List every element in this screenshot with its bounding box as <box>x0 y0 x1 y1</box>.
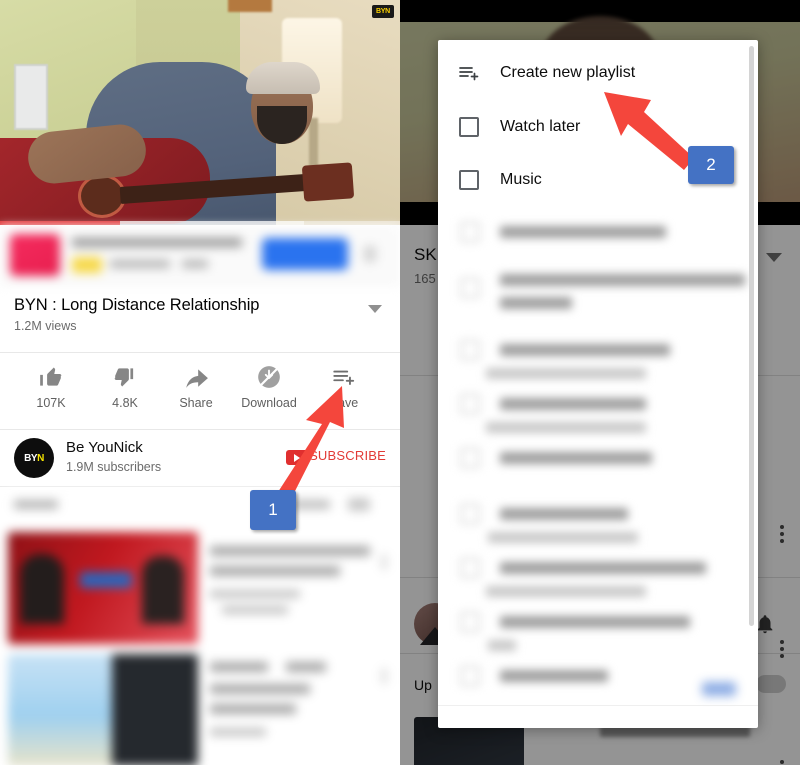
divider <box>0 352 400 353</box>
share-label: Share <box>179 396 213 410</box>
download-disabled-icon <box>232 362 306 392</box>
playlist-add-icon <box>307 362 381 392</box>
dislike-count: 4.8K <box>112 396 138 410</box>
ad-banner[interactable] <box>0 226 400 285</box>
create-new-playlist-item[interactable]: Create new playlist <box>438 46 758 100</box>
share-button[interactable]: Share <box>159 362 233 410</box>
video-meta-placeholder <box>210 590 300 598</box>
video-action-bar: 107K 4.8K Share Download Save <box>0 362 400 420</box>
step-marker-1: 1 <box>250 490 296 530</box>
checkbox-icon[interactable] <box>438 117 500 137</box>
watch-later-label: Watch later <box>500 118 581 135</box>
guitar-headstock-shape <box>301 162 355 202</box>
list-item[interactable] <box>0 654 400 765</box>
video-title-row[interactable]: BYN : Long Distance Relationship 1.2M vi… <box>0 296 400 342</box>
thumbs-up-icon <box>14 362 88 392</box>
create-new-playlist-label: Create new playlist <box>500 64 636 81</box>
guitar-soundhole-shape <box>78 174 126 218</box>
music-label: Music <box>500 171 542 188</box>
video-thumbnail <box>8 532 198 644</box>
youtube-play-icon <box>286 450 308 465</box>
ad-thumbnail <box>10 234 60 276</box>
dislike-button[interactable]: 4.8K <box>88 362 162 410</box>
suggested-videos-list <box>0 490 400 765</box>
save-to-playlist-dialog: Create new playlist Watch later Music <box>438 40 758 728</box>
divider <box>0 486 400 487</box>
ad-title-placeholder <box>72 238 242 247</box>
ad-close-icon[interactable] <box>364 246 376 262</box>
chevron-down-icon[interactable] <box>368 305 382 313</box>
video-title-placeholder <box>210 704 296 714</box>
ad-install-button[interactable] <box>262 238 348 270</box>
video-title: BYN : Long Distance Relationship <box>14 296 260 314</box>
like-button[interactable]: 107K <box>14 362 88 410</box>
download-label: Download <box>241 396 297 410</box>
chip-placeholder[interactable] <box>290 500 330 509</box>
dialog-footer-divider <box>438 705 758 706</box>
channel-watermark-logo: BYN <box>372 5 394 18</box>
playlist-add-icon <box>438 61 500 85</box>
like-count: 107K <box>36 396 66 410</box>
channel-subscribers: 1.9M subscribers <box>66 460 162 474</box>
video-views: 1.2M views <box>14 319 77 333</box>
blurred-playlist-items[interactable] <box>438 212 758 712</box>
left-phone-screen: BYN BYN : Long Distance Relationship 1.2… <box>0 0 400 765</box>
ad-icon-placeholder <box>72 257 102 273</box>
step-marker-2: 2 <box>688 146 734 184</box>
chip-placeholder[interactable] <box>14 500 58 509</box>
chip-placeholder[interactable] <box>348 498 370 511</box>
wall-frame-shape <box>228 0 272 12</box>
video-player[interactable]: BYN <box>0 0 400 225</box>
video-meta-placeholder <box>210 728 266 736</box>
wall-picture-shape <box>14 64 48 130</box>
avatar[interactable]: BY N <box>14 438 54 478</box>
more-options-icon[interactable] <box>382 668 386 684</box>
download-button[interactable]: Download <box>232 362 306 410</box>
player-progress-bar[interactable] <box>0 221 400 225</box>
list-item[interactable] <box>0 532 400 650</box>
save-label: Save <box>329 396 359 410</box>
more-options-icon[interactable] <box>382 554 386 570</box>
video-title-placeholder <box>210 566 340 576</box>
video-title-placeholder <box>286 662 326 672</box>
avatar-initials: BY <box>24 452 38 464</box>
channel-name: Be YouNick <box>66 439 143 456</box>
ad-subtitle-placeholder <box>110 260 170 268</box>
thumbs-down-icon <box>88 362 162 392</box>
channel-row[interactable]: BY N Be YouNick 1.9M subscribers SUBSCRIB… <box>0 430 400 486</box>
video-title-placeholder <box>210 546 370 556</box>
video-title-placeholder <box>210 684 310 694</box>
share-icon <box>159 362 233 392</box>
video-title-placeholder <box>210 662 268 672</box>
video-thumbnail <box>8 654 198 765</box>
subscribe-button[interactable]: SUBSCRIBE <box>309 448 386 463</box>
ad-meta-placeholder <box>182 260 208 268</box>
dialog-scrollbar[interactable] <box>749 46 754 626</box>
person-cap-shape <box>246 62 320 94</box>
done-button[interactable] <box>702 682 736 696</box>
video-meta-placeholder <box>222 606 288 614</box>
checkbox-icon[interactable] <box>438 170 500 190</box>
screenshot-root: BYN BYN : Long Distance Relationship 1.2… <box>0 0 800 765</box>
save-button[interactable]: Save <box>307 362 381 410</box>
avatar-accent-letter: N <box>37 452 44 464</box>
